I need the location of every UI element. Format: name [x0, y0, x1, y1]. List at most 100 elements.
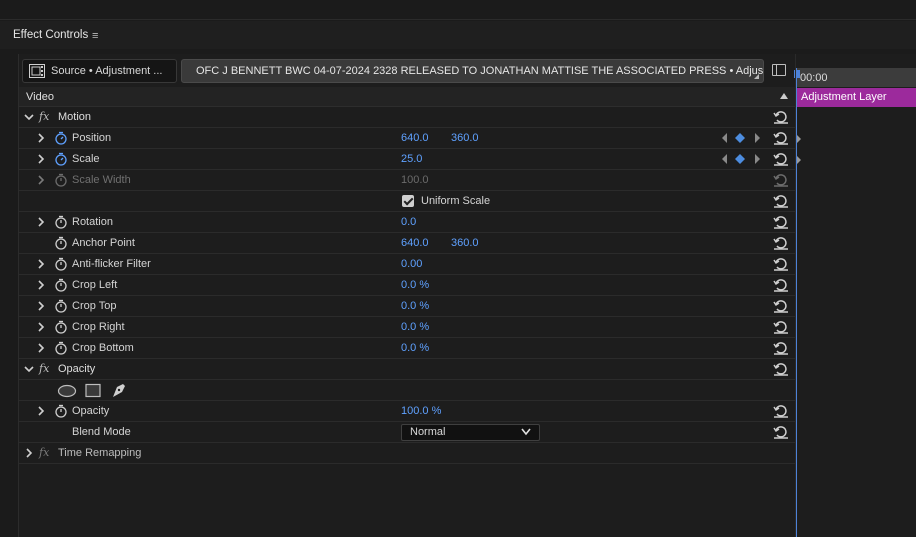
position-x-value[interactable]: 640.0: [401, 132, 429, 144]
crop-left-value[interactable]: 0.0 %: [401, 279, 429, 291]
fx-icon[interactable]: fx: [39, 110, 49, 123]
reset-icon[interactable]: [773, 215, 789, 229]
reset-icon[interactable]: [773, 404, 789, 418]
chevron-right-icon[interactable]: [36, 217, 46, 227]
collapse-up-icon[interactable]: [780, 93, 788, 99]
stopwatch-icon[interactable]: [54, 236, 68, 250]
source-selector[interactable]: Source • Adjustment ...: [22, 59, 177, 83]
keyframe-navigator[interactable]: [721, 153, 761, 165]
stopwatch-icon[interactable]: [54, 341, 68, 355]
crop-top-label: Crop Top: [72, 300, 117, 312]
uniform-scale-checkbox[interactable]: [402, 195, 414, 207]
position-y-value[interactable]: 360.0: [451, 132, 479, 144]
chevron-right-icon[interactable]: [36, 343, 46, 353]
keyframe-navigator[interactable]: [721, 132, 761, 144]
crop-bottom-row[interactable]: Crop Bottom 0.0 %: [19, 338, 795, 359]
uniform-scale-label: Uniform Scale: [421, 195, 491, 207]
blend-mode-dropdown[interactable]: Normal: [401, 424, 540, 441]
uniform-scale-row: Uniform Scale: [19, 191, 795, 212]
chevron-down-icon: [521, 428, 531, 436]
scale-value[interactable]: 25.0: [401, 153, 422, 165]
reset-icon[interactable]: [773, 110, 789, 124]
mask-tools-row: [19, 380, 795, 401]
panel-header: Effect Controls ≡: [0, 21, 916, 49]
position-row[interactable]: Position 640.0 360.0: [19, 128, 795, 149]
opacity-row[interactable]: Opacity 100.0 %: [19, 401, 795, 422]
scale-row[interactable]: Scale 25.0: [19, 149, 795, 170]
stopwatch-icon[interactable]: [54, 278, 68, 292]
rotation-value[interactable]: 0.0: [401, 216, 416, 228]
time-remapping-row[interactable]: fx Time Remapping: [19, 443, 795, 464]
timeline-keyframe-icon[interactable]: [797, 156, 801, 164]
fx-icon: fx: [39, 446, 50, 459]
timeline-clip[interactable]: Adjustment Layer: [797, 88, 916, 107]
position-label: Position: [72, 132, 112, 144]
crop-right-row[interactable]: Crop Right 0.0 %: [19, 317, 795, 338]
sequence-label: OFC J BENNETT BWC 04-07-2024 2328 RELEAS…: [196, 65, 764, 77]
rectangle-mask-icon[interactable]: [85, 383, 101, 398]
anchor-point-x-value[interactable]: 640.0: [401, 237, 429, 249]
reset-icon[interactable]: [773, 362, 789, 376]
chevron-right-icon[interactable]: [24, 448, 34, 458]
rotation-label: Rotation: [72, 216, 113, 228]
stopwatch-icon[interactable]: [54, 299, 68, 313]
crop-top-value[interactable]: 0.0 %: [401, 300, 429, 312]
chevron-right-icon[interactable]: [36, 406, 46, 416]
reset-icon[interactable]: [773, 257, 789, 271]
chevron-right-icon[interactable]: [36, 133, 46, 143]
reset-icon[interactable]: [773, 194, 789, 208]
stopwatch-active-icon[interactable]: [54, 131, 68, 145]
timeline-timecode: 00:00: [800, 72, 828, 84]
chevron-right-icon[interactable]: [36, 154, 46, 164]
chevron-right-icon[interactable]: [36, 280, 46, 290]
panel-menu-icon[interactable]: ≡: [92, 30, 98, 42]
pen-mask-icon[interactable]: [113, 384, 125, 397]
stopwatch-icon[interactable]: [54, 257, 68, 271]
reset-icon[interactable]: [773, 425, 789, 439]
chevron-down-icon[interactable]: [24, 112, 34, 122]
stopwatch-active-icon[interactable]: [54, 152, 68, 166]
anti-flicker-value[interactable]: 0.00: [401, 258, 422, 270]
stopwatch-icon[interactable]: [54, 404, 68, 418]
chevron-down-icon[interactable]: [24, 364, 34, 374]
stopwatch-icon[interactable]: [54, 215, 68, 229]
sequence-selector[interactable]: OFC J BENNETT BWC 04-07-2024 2328 RELEAS…: [181, 59, 764, 83]
reset-icon[interactable]: [773, 299, 789, 313]
source-label: Source • Adjustment ...: [51, 65, 163, 77]
chevron-right-icon[interactable]: [36, 322, 46, 332]
crop-right-value[interactable]: 0.0 %: [401, 321, 429, 333]
blend-mode-row: Blend Mode Normal: [19, 422, 795, 443]
anchor-point-y-value[interactable]: 360.0: [451, 237, 479, 249]
blend-mode-value: Normal: [410, 426, 446, 438]
motion-label: Motion: [58, 111, 92, 123]
reset-icon[interactable]: [773, 131, 789, 145]
opacity-value[interactable]: 100.0 %: [401, 405, 441, 417]
rotation-row[interactable]: Rotation 0.0: [19, 212, 795, 233]
crop-top-row[interactable]: Crop Top 0.0 %: [19, 296, 795, 317]
reset-icon[interactable]: [773, 152, 789, 166]
crop-bottom-value[interactable]: 0.0 %: [401, 342, 429, 354]
reset-icon[interactable]: [773, 236, 789, 250]
fx-icon[interactable]: fx: [39, 362, 49, 375]
motion-effect-row[interactable]: fx Motion: [19, 107, 795, 128]
scale-label: Scale: [72, 153, 100, 165]
timeline-keyframe-icon[interactable]: [797, 135, 801, 143]
ellipse-mask-icon[interactable]: [57, 384, 77, 398]
reset-icon[interactable]: [773, 341, 789, 355]
crop-left-row[interactable]: Crop Left 0.0 %: [19, 275, 795, 296]
stopwatch-icon[interactable]: [54, 320, 68, 334]
chevron-right-icon[interactable]: [36, 301, 46, 311]
chevron-right-icon[interactable]: [36, 259, 46, 269]
anti-flicker-row[interactable]: Anti-flicker Filter 0.00: [19, 254, 795, 275]
opacity-effect-row[interactable]: fx Opacity: [19, 359, 795, 380]
reset-icon[interactable]: [773, 278, 789, 292]
corner-resize-icon: [754, 74, 759, 79]
show-timeline-toggle-icon[interactable]: [772, 64, 786, 76]
time-remapping-label: Time Remapping: [58, 447, 142, 459]
mask-tools: [57, 383, 125, 398]
video-section-header[interactable]: Video: [19, 87, 795, 107]
reset-icon[interactable]: [773, 320, 789, 334]
anchor-point-row[interactable]: Anchor Point 640.0 360.0: [19, 233, 795, 254]
scale-width-value: 100.0: [401, 174, 429, 186]
panel-title[interactable]: Effect Controls: [13, 29, 88, 41]
